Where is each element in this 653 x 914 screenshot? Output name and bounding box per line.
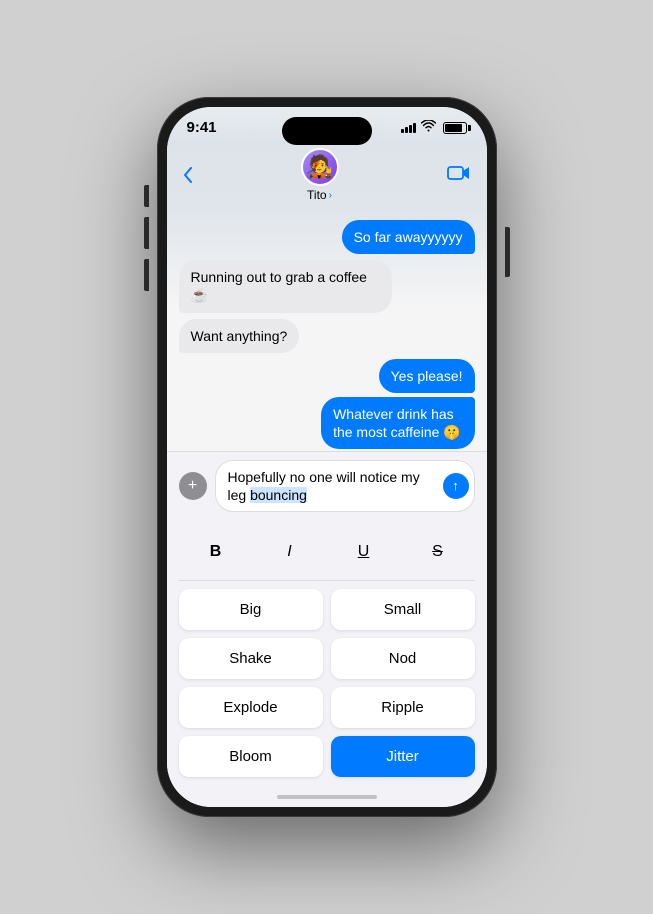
volume-up-button[interactable] <box>144 217 149 249</box>
back-button[interactable] <box>183 167 193 183</box>
chevron-icon: › <box>329 190 332 201</box>
message-input-wrap: Hopefully no one will notice my leg boun… <box>215 460 475 512</box>
phone-frame: 9:41 <box>157 97 497 817</box>
home-indicator <box>167 789 487 807</box>
contact-name: Tito › <box>307 188 332 202</box>
add-attachment-button[interactable]: + <box>179 472 207 500</box>
power-button[interactable] <box>505 227 510 277</box>
message-3: Want anything? <box>179 319 300 353</box>
message-2: Running out to grab a coffee ☕ <box>179 260 392 312</box>
effect-shake-button[interactable]: Shake <box>179 638 323 679</box>
silent-button[interactable] <box>144 185 149 207</box>
format-underline-button[interactable]: U <box>346 534 382 570</box>
effect-explode-button[interactable]: Explode <box>179 687 323 728</box>
message-5: Whatever drink has the most caffeine 🤫 <box>321 397 474 449</box>
battery-icon <box>443 122 467 134</box>
status-bar: 9:41 <box>167 107 487 142</box>
selected-text: bouncing <box>250 487 307 503</box>
message-1: So far awayyyyyy <box>342 220 475 254</box>
effect-jitter-button[interactable]: Jitter <box>331 736 475 777</box>
effects-grid: Big Small Shake Nod Explode Ripple Bloom… <box>179 589 475 777</box>
wifi-icon <box>421 120 436 135</box>
effect-small-button[interactable]: Small <box>331 589 475 630</box>
send-button[interactable]: ↑ <box>443 473 469 499</box>
signal-icon <box>401 123 416 133</box>
dynamic-island <box>282 117 372 145</box>
nav-bar: 🧑‍🎤 Tito › <box>167 142 487 210</box>
effects-panel: B I U S Big Small Shake Nod Explode Ripp… <box>167 520 487 789</box>
messages-area: So far awayyyyyy Running out to grab a c… <box>167 210 487 451</box>
effect-bloom-button[interactable]: Bloom <box>179 736 323 777</box>
status-icons <box>401 120 467 135</box>
format-row: B I U S <box>179 528 475 581</box>
effect-ripple-button[interactable]: Ripple <box>331 687 475 728</box>
input-text: Hopefully no one will notice my leg boun… <box>228 468 438 504</box>
contact-info[interactable]: 🧑‍🎤 Tito › <box>301 148 339 202</box>
effect-nod-button[interactable]: Nod <box>331 638 475 679</box>
status-time: 9:41 <box>187 119 217 136</box>
message-4: Yes please! <box>379 359 475 393</box>
home-bar <box>277 795 377 799</box>
format-bold-button[interactable]: B <box>198 534 234 570</box>
effect-big-button[interactable]: Big <box>179 589 323 630</box>
format-strikethrough-button[interactable]: S <box>420 534 456 570</box>
input-area: + Hopefully no one will notice my leg bo… <box>167 451 487 520</box>
video-call-button[interactable] <box>447 164 471 187</box>
phone-screen: 9:41 <box>167 107 487 807</box>
message-input[interactable]: Hopefully no one will notice my leg boun… <box>215 460 475 512</box>
volume-down-button[interactable] <box>144 259 149 291</box>
avatar: 🧑‍🎤 <box>301 148 339 186</box>
format-italic-button[interactable]: I <box>272 534 308 570</box>
